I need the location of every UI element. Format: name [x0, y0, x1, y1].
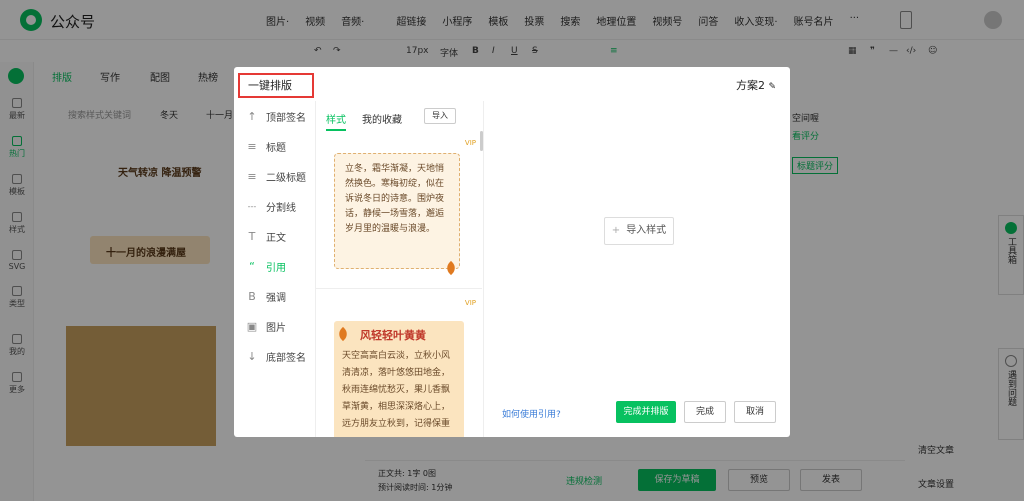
one-click-layout-dialog: 一键排版 方案2 ✎ ↑ 顶部签名 ≡ 标题 ≡ 二级标题 --- 分割线 T 正文 “引… — [234, 67, 790, 437]
bold-icon: B — [248, 290, 256, 303]
plan-name[interactable]: 方案2 ✎ — [736, 77, 776, 93]
arrow-up-icon: ↑ — [247, 110, 257, 123]
vip-badge: VIP — [464, 299, 476, 307]
image-icon: ▣ — [246, 320, 258, 333]
category-body[interactable]: T 正文 — [246, 229, 286, 244]
quote-style-card-1[interactable]: VIP 立冬，霜华渐凝，天地悄然换色。寒梅初绽，似在诉说冬日的诗意。围炉夜话，静… — [316, 131, 482, 289]
lines-icon: ≡ — [247, 170, 257, 183]
plus-icon: + — [611, 225, 621, 236]
quote-icon: “ — [249, 260, 255, 273]
category-subtitle[interactable]: ≡ 二级标题 — [246, 169, 306, 184]
preview-area: + 导入样式 如何使用引用? 完成并排版 完成 取消 — [484, 101, 790, 437]
vip-badge: VIP — [464, 139, 476, 147]
dashes-icon: --- — [247, 202, 257, 211]
category-list: ↑ 顶部签名 ≡ 标题 ≡ 二级标题 --- 分割线 T 正文 “引用 B 强调 ▣ 图片 ↓… — [234, 101, 316, 437]
text-icon: T — [248, 230, 256, 243]
category-top-signature[interactable]: ↑ 顶部签名 — [246, 109, 306, 124]
import-style-button[interactable]: + 导入样式 — [604, 217, 674, 245]
dialog-title: 一键排版 — [238, 73, 314, 98]
cancel-button[interactable]: 取消 — [734, 401, 776, 423]
category-emphasis[interactable]: B 强调 — [246, 289, 286, 304]
quote-card-1-text: 立冬，霜华渐凝，天地悄然换色。寒梅初绽，似在诉说冬日的诗意。围炉夜话，静候一场雪… — [334, 153, 460, 269]
quote-style-card-2[interactable]: VIP 风轻轻叶黄黄 天空高高白云淡，立秋小风清清凉，落叶悠悠田地金，秋雨连绵忧… — [316, 293, 482, 437]
lines-icon: ≡ — [247, 140, 257, 153]
tab-styles[interactable]: 样式 — [326, 111, 346, 131]
finish-and-layout-button[interactable]: 完成并排版 — [616, 401, 676, 423]
category-divider[interactable]: --- 分割线 — [246, 199, 296, 214]
style-list: 样式 我的收藏 导入 VIP 立冬，霜华渐凝，天地悄然换色。寒梅初绽，似在诉说冬… — [316, 101, 484, 437]
edit-icon[interactable]: ✎ — [768, 82, 776, 92]
quote-card-2-title: 风轻轻叶黄黄 — [360, 329, 426, 342]
tab-favorites[interactable]: 我的收藏 — [362, 111, 402, 126]
quote-card-2-text: 天空高高白云淡，立秋小风清清凉，落叶悠悠田地金，秋雨连绵忧愁灭，果儿香飘草渐黄，… — [342, 351, 451, 429]
category-title[interactable]: ≡ 标题 — [246, 139, 286, 154]
category-image[interactable]: ▣ 图片 — [246, 319, 286, 334]
quote-card-2-body: 风轻轻叶黄黄 天空高高白云淡，立秋小风清清凉，落叶悠悠田地金，秋雨连绵忧愁灭，果… — [334, 321, 464, 437]
category-quote[interactable]: “引用 — [246, 259, 286, 274]
done-button[interactable]: 完成 — [684, 401, 726, 423]
arrow-down-icon: ↓ — [247, 350, 257, 363]
how-to-use-link[interactable]: 如何使用引用? — [502, 407, 561, 420]
import-small-button[interactable]: 导入 — [424, 108, 456, 124]
style-list-scrollbar[interactable] — [480, 131, 483, 151]
category-bottom-signature[interactable]: ↓ 底部签名 — [246, 349, 306, 364]
